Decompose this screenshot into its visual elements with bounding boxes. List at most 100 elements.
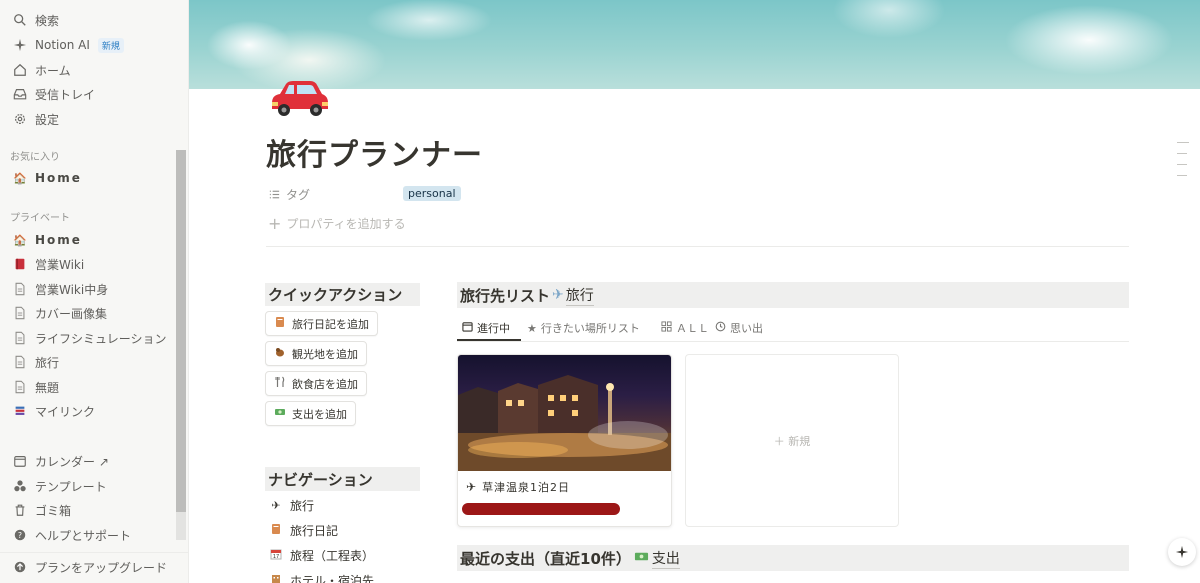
sidebar-item-trash[interactable]: ゴミ箱 bbox=[0, 498, 175, 522]
sidebar-item-my-links[interactable]: マイリンク bbox=[0, 399, 175, 423]
hot-spring-night-photo bbox=[458, 375, 671, 471]
red-book-icon bbox=[12, 256, 28, 272]
star-icon: ★ bbox=[527, 321, 537, 335]
hotel-icon bbox=[268, 573, 284, 583]
sidebar-item-label: テンプレート bbox=[35, 479, 107, 494]
sidebar-item-travel[interactable]: 旅行 bbox=[0, 350, 175, 374]
sidebar-scrollbar-thumb[interactable] bbox=[176, 150, 186, 512]
sidebar-item-label: 検索 bbox=[35, 13, 60, 28]
ai-assistant-button[interactable] bbox=[1168, 538, 1196, 566]
sidebar-item-label: マイリンク bbox=[35, 404, 96, 419]
sidebar-item-label: ホーム bbox=[35, 63, 71, 78]
outline-marker[interactable] bbox=[1177, 175, 1187, 176]
tab-memories[interactable]: 思い出 bbox=[715, 316, 763, 340]
fork-knife-icon bbox=[274, 376, 286, 391]
travel-db-link[interactable]: 旅行 bbox=[565, 285, 594, 306]
calendar-icon bbox=[462, 321, 473, 335]
expenses-db-link[interactable]: 支出 bbox=[651, 548, 680, 569]
sidebar-item-calendar[interactable]: カレンダー ↗ bbox=[0, 449, 175, 473]
sidebar-item-label: Home bbox=[35, 171, 82, 185]
add-sightseeing-button[interactable]: 観光地を追加 bbox=[265, 341, 367, 366]
page-icon bbox=[12, 354, 28, 370]
add-property-label: プロパティを追加する bbox=[286, 217, 406, 231]
sidebar-scrollbar[interactable] bbox=[176, 150, 186, 540]
sparkle-icon bbox=[12, 37, 28, 53]
sidebar-item-label: Home bbox=[35, 233, 82, 247]
page-icon bbox=[12, 305, 28, 321]
tab-label: 進行中 bbox=[477, 322, 510, 335]
sidebar-item-help[interactable]: ? ヘルプとサポート bbox=[0, 523, 175, 547]
sidebar-item-label: 旅行 bbox=[35, 355, 60, 370]
house-emoji-icon: 🏠 bbox=[13, 171, 27, 185]
sidebar-item-inbox[interactable]: 受信トレイ bbox=[0, 82, 175, 106]
sparkle-icon bbox=[1175, 545, 1189, 559]
favorites-section-label: お気に入り bbox=[10, 152, 60, 163]
upgrade-plan-button[interactable]: プランをアップグレード bbox=[0, 553, 175, 581]
shapes-icon bbox=[12, 478, 28, 494]
car-page-icon[interactable] bbox=[266, 75, 330, 119]
new-badge: 新規 bbox=[97, 37, 124, 53]
calendar-icon bbox=[12, 453, 28, 469]
sidebar-item-search[interactable]: 検索 bbox=[0, 8, 175, 32]
redacted-property bbox=[462, 503, 620, 515]
sidebar-item-home[interactable]: ホーム bbox=[0, 58, 175, 82]
cover-image[interactable] bbox=[189, 0, 1200, 89]
sidebar-item-life-simulation[interactable]: ライフシミュレーション bbox=[0, 326, 175, 350]
sidebar-item-sales-wiki[interactable]: 営業Wiki bbox=[0, 252, 175, 276]
tab-wishlist[interactable]: ★ 行きたい場所リスト bbox=[527, 316, 640, 340]
travel-card[interactable]: ✈ 草津温泉1泊2日 bbox=[457, 354, 672, 527]
sidebar-item-untitled[interactable]: 無題 bbox=[0, 375, 175, 399]
new-card-button[interactable]: ＋ 新規 bbox=[685, 354, 899, 527]
sidebar-item-sales-wiki-content[interactable]: 営業Wiki中身 bbox=[0, 277, 175, 301]
inbox-icon bbox=[12, 86, 28, 102]
nav-label: 旅行 bbox=[290, 498, 315, 513]
add-property-button[interactable]: + プロパティを追加する bbox=[268, 214, 406, 233]
nav-link-hotel[interactable]: ホテル・宿泊先 bbox=[268, 569, 374, 583]
sidebar-item-label: カバー画像集 bbox=[35, 306, 108, 321]
card-title-text: 草津温泉1泊2日 bbox=[482, 481, 571, 494]
house-emoji-icon: 🏠 bbox=[13, 233, 27, 247]
money-icon bbox=[634, 549, 649, 568]
button-label: 支出を追加 bbox=[292, 407, 347, 421]
help-icon: ? bbox=[12, 527, 28, 543]
tab-in-progress[interactable]: 進行中 bbox=[462, 316, 510, 340]
outline-marker[interactable] bbox=[1177, 164, 1187, 165]
sidebar: 検索 Notion AI 新規 ホーム 受信トレイ 設定 お気に入り 🏠 Hom… bbox=[0, 0, 189, 583]
tab-label: 思い出 bbox=[730, 322, 763, 335]
page-title[interactable]: 旅行プランナー bbox=[266, 130, 483, 174]
nav-label: 旅行日記 bbox=[290, 523, 339, 538]
notebook-icon bbox=[274, 316, 286, 331]
card-title[interactable]: ✈ 草津温泉1泊2日 bbox=[466, 479, 570, 495]
outline-marker[interactable] bbox=[1177, 153, 1187, 154]
sidebar-item-templates[interactable]: テンプレート bbox=[0, 474, 175, 498]
expenses-heading: 最近の支出（直近10件） 支出 bbox=[457, 545, 1129, 571]
tab-divider bbox=[457, 341, 1129, 342]
outline-marker[interactable] bbox=[1177, 142, 1189, 143]
sidebar-item-settings[interactable]: 設定 bbox=[0, 107, 175, 131]
airplane-link-icon: ✈ bbox=[552, 287, 564, 303]
search-icon bbox=[12, 12, 28, 28]
button-label: 旅行日記を追加 bbox=[292, 317, 369, 331]
nav-link-itinerary[interactable]: 17 旅程（工程表） bbox=[268, 544, 374, 566]
nav-link-travel[interactable]: ✈ 旅行 bbox=[268, 494, 314, 516]
tag-chip[interactable]: personal bbox=[403, 186, 461, 201]
money-icon bbox=[274, 406, 286, 421]
sidebar-item-cover-images[interactable]: カバー画像集 bbox=[0, 301, 175, 325]
clock-icon bbox=[715, 321, 726, 335]
nav-label: ホテル・宿泊先 bbox=[290, 573, 375, 583]
travel-list-title: 旅行先リスト bbox=[460, 286, 551, 305]
sidebar-item-notion-ai[interactable]: Notion AI 新規 bbox=[0, 33, 175, 57]
add-travel-diary-button[interactable]: 旅行日記を追加 bbox=[265, 311, 378, 336]
property-tags[interactable]: タグ bbox=[268, 184, 310, 204]
sidebar-item-label: カレンダー ↗ bbox=[35, 454, 109, 469]
sidebar-item-label: 受信トレイ bbox=[35, 87, 96, 102]
sidebar-item-label: Notion AI bbox=[35, 38, 90, 52]
tab-all[interactable]: ＡＬＬ bbox=[661, 316, 709, 340]
tab-label: ＡＬＬ bbox=[676, 322, 709, 335]
sidebar-item-label: 営業Wiki中身 bbox=[35, 282, 109, 297]
nav-link-travel-diary[interactable]: 旅行日記 bbox=[268, 519, 338, 541]
sidebar-item-favorite-home[interactable]: 🏠 Home bbox=[0, 166, 175, 190]
add-restaurant-button[interactable]: 飲食店を追加 bbox=[265, 371, 367, 396]
add-expense-button[interactable]: 支出を追加 bbox=[265, 401, 356, 426]
sidebar-item-private-home[interactable]: 🏠 Home bbox=[0, 228, 175, 252]
